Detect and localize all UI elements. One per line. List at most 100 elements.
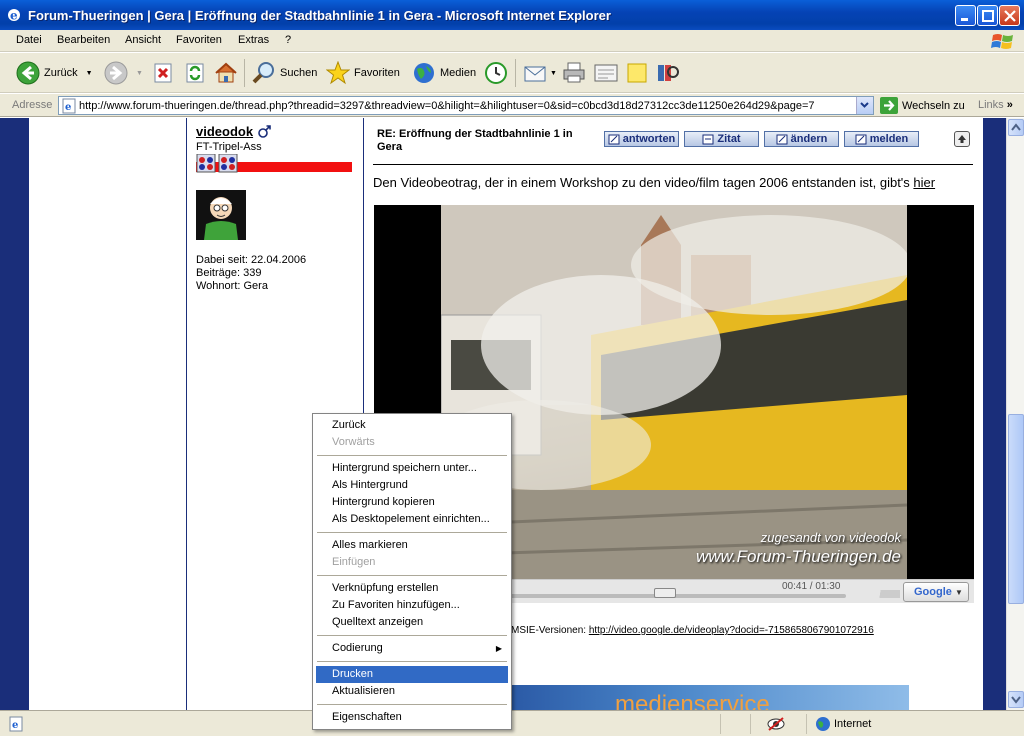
ctx-desktopelement[interactable]: Als Desktopelement einrichten... (316, 511, 508, 528)
menu-extras[interactable]: Extras (238, 34, 269, 46)
research-icon (658, 65, 679, 81)
go-arrow-icon (880, 97, 898, 114)
window-titlebar[interactable]: e Forum-Thueringen | Gera | Eröffnung de… (0, 0, 1024, 30)
ctx-als-hintergrund[interactable]: Als Hintergrund (316, 477, 508, 494)
author-name-link[interactable]: videodok (196, 124, 253, 139)
ctx-label: Hintergrund kopieren (332, 496, 435, 508)
links-label: Links (978, 99, 1004, 111)
ctx-label: Drucken (332, 668, 373, 680)
quote-label: Zitat (717, 133, 741, 145)
ctx-aktualisieren[interactable]: Aktualisieren (316, 683, 508, 700)
video-caption-credit: zugesandt von videodok (760, 530, 901, 545)
edit-icon (776, 134, 788, 145)
maximize-button[interactable] (977, 5, 998, 26)
privacy-eye-icon[interactable] (767, 716, 785, 732)
ctx-separator (317, 661, 507, 662)
ctx-zurueck[interactable]: Zurück (316, 417, 508, 434)
address-url: http://www.forum-thueringen.de/thread.ph… (79, 100, 815, 112)
volume-slider[interactable] (860, 590, 900, 598)
menu-datei[interactable]: Datei (16, 34, 42, 46)
post-text: Den Videobeotrag, der in einem Workshop … (373, 175, 935, 190)
scroll-up-icon (1011, 123, 1021, 131)
submenu-arrow-icon: ▶ (495, 644, 502, 653)
back-button[interactable]: Zurück ▼ (16, 59, 93, 87)
video-scrubber[interactable] (510, 594, 846, 598)
window-title: Forum-Thueringen | Gera | Eröffnung der … (28, 8, 611, 23)
ctx-label: Als Desktopelement einrichten... (332, 513, 490, 525)
scroll-up-button[interactable] (1008, 119, 1024, 136)
ctx-alles-markieren[interactable]: Alles markieren (316, 537, 508, 554)
menu-favoriten[interactable]: Favoriten (176, 34, 222, 46)
report-icon (855, 134, 867, 145)
scroll-down-button[interactable] (1008, 691, 1024, 708)
back-dropdown-icon[interactable]: ▼ (86, 70, 93, 77)
ctx-quelltext-anzeigen[interactable]: Quelltext anzeigen (316, 614, 508, 631)
google-video-menu[interactable]: Google ▼ (903, 582, 969, 602)
menu-ansicht[interactable]: Ansicht (125, 34, 161, 46)
refresh-button[interactable] (184, 59, 206, 87)
mail-dropdown-icon[interactable]: ▼ (550, 70, 557, 77)
page-status-icon: e (9, 716, 23, 732)
post-title: RE: Eröffnung der Stadtbahnlinie 1 in Ge… (377, 128, 573, 153)
ctx-codierung[interactable]: Codierung ▶ (316, 640, 508, 657)
print-button[interactable] (562, 59, 586, 87)
post-text-content: Den Videobeotrag, der in einem Workshop … (373, 175, 914, 190)
ctx-drucken[interactable]: Drucken (316, 666, 508, 683)
rank-badges (196, 154, 352, 173)
research-button[interactable] (656, 59, 680, 87)
forward-button[interactable]: ▼ (104, 59, 143, 87)
go-button[interactable]: Wechseln zu (880, 97, 965, 114)
search-button[interactable]: Suchen (252, 59, 317, 87)
page-border-right (983, 118, 1006, 710)
ctx-separator (317, 704, 507, 705)
quote-button[interactable]: Zitat (684, 131, 759, 147)
stop-button[interactable] (152, 59, 174, 87)
forward-dropdown-icon[interactable]: ▼ (136, 70, 143, 77)
author-avatar (196, 190, 246, 240)
author-location: Wohnort: Gera (196, 280, 268, 292)
rank-badge-1 (196, 154, 216, 173)
vertical-scrollbar[interactable] (1006, 118, 1024, 710)
ctx-zu-favoriten[interactable]: Zu Favoriten hinzufügen... (316, 597, 508, 614)
ctx-verknuepfung-erstellen[interactable]: Verknüpfung erstellen (316, 580, 508, 597)
edit-button[interactable] (594, 59, 618, 87)
stop-icon (154, 63, 172, 83)
ctx-eigenschaften[interactable]: Eigenschaften (316, 709, 508, 726)
author-rank-title: FT-Tripel-Ass (196, 141, 262, 153)
rank-badge-2 (218, 154, 238, 173)
ctx-separator (317, 455, 507, 456)
home-icon (215, 62, 237, 83)
address-input[interactable]: e http://www.forum-thueringen.de/thread.… (58, 96, 874, 115)
menu-help[interactable]: ? (285, 34, 291, 46)
reply-button[interactable]: antworten (604, 131, 679, 147)
arrow-up-icon (958, 135, 966, 143)
reply-label: antworten (622, 133, 676, 145)
favorites-button[interactable]: Favoriten (326, 59, 400, 87)
scroll-thumb[interactable] (1008, 414, 1024, 604)
video-link[interactable]: hier (913, 175, 935, 190)
banner-text: medienservice (615, 691, 770, 710)
close-button[interactable] (999, 5, 1020, 26)
history-button[interactable] (484, 59, 508, 87)
search-icon (252, 62, 274, 84)
report-label: melden (869, 133, 909, 145)
discuss-button[interactable] (626, 59, 648, 87)
address-dropdown[interactable] (856, 97, 873, 114)
ctx-hintergrund-kopieren[interactable]: Hintergrund kopieren (316, 494, 508, 511)
menu-bearbeiten[interactable]: Bearbeiten (57, 34, 110, 46)
google-video-link[interactable]: http://video.google.de/videoplay?docid=-… (589, 625, 874, 636)
google-video-label: Google (914, 586, 952, 598)
edit-post-button[interactable]: ändern (764, 131, 839, 147)
ctx-label: Hintergrund speichern unter... (332, 462, 477, 474)
minimize-button[interactable] (955, 5, 976, 26)
links-button[interactable]: Links » (978, 99, 1013, 111)
toolbar-separator (515, 59, 516, 87)
scroll-top-button[interactable] (954, 131, 970, 147)
ctx-hintergrund-speichern[interactable]: Hintergrund speichern unter... (316, 460, 508, 477)
medienservice-banner[interactable]: medienservice (511, 685, 909, 710)
video-scrubber-handle[interactable] (653, 588, 676, 598)
home-button[interactable] (214, 59, 238, 87)
report-button[interactable]: melden (844, 131, 919, 147)
mail-button[interactable]: ▼ (524, 59, 557, 87)
media-button[interactable]: Medien (412, 59, 476, 87)
